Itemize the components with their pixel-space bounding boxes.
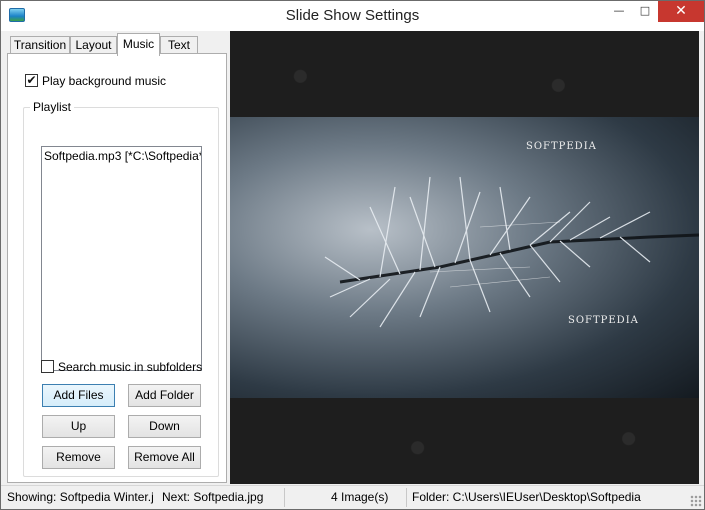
music-tab-panel: ✔ Play background music Playlist Softped… [7,53,227,483]
frost-branch-illustration [324,176,699,328]
play-music-label[interactable]: Play background music [42,74,166,88]
tab-music[interactable]: Music [117,33,160,56]
maximize-button[interactable]: □ [632,1,658,22]
down-button[interactable]: Down [128,415,201,438]
list-item[interactable]: Softpedia.mp3 [*C:\Softpedia*] [44,149,201,163]
slide-show-settings-window: Slide Show Settings — □ ✕ Transition Lay… [0,0,705,510]
add-folder-button[interactable]: Add Folder [128,384,201,407]
window-title: Slide Show Settings [285,7,420,24]
resize-grip[interactable] [690,495,702,507]
status-image-count: 4 Image(s) [331,490,389,504]
status-divider [406,488,407,507]
status-bar: Showing: Softpedia Winter.j Next: Softpe… [1,485,704,509]
remove-button[interactable]: Remove [42,446,115,469]
close-button[interactable]: ✕ [658,1,704,22]
status-showing: Showing: Softpedia Winter.j [7,490,154,504]
play-music-checkbox[interactable]: ✔ [25,74,38,87]
minimize-button[interactable]: — [606,1,632,22]
title-bar[interactable]: Slide Show Settings — □ ✕ [1,1,704,31]
settings-panel: Transition Layout Music Text ✔ Play back… [4,31,230,484]
search-subfolders-label[interactable]: Search music in subfolders [58,360,202,374]
playlist-group-label: Playlist [30,100,75,114]
remove-all-button[interactable]: Remove All [128,446,201,469]
playlist-listbox[interactable]: Softpedia.mp3 [*C:\Softpedia*] [41,146,202,371]
status-divider [284,488,285,507]
search-subfolders-checkbox[interactable] [41,360,54,373]
add-files-button[interactable]: Add Files [42,384,115,407]
watermark-top: SOFTPEDIA [526,141,597,152]
up-button[interactable]: Up [42,415,115,438]
watermark-bottom: SOFTPEDIA [568,315,639,326]
slide-preview-area: SOFTPEDIA SOFTPEDIA [230,31,699,484]
status-next: Next: Softpedia.jpg [162,490,264,504]
preview-image: SOFTPEDIA SOFTPEDIA [230,117,699,398]
status-folder: Folder: C:\Users\IEUser\Desktop\Softpedi… [412,490,641,504]
